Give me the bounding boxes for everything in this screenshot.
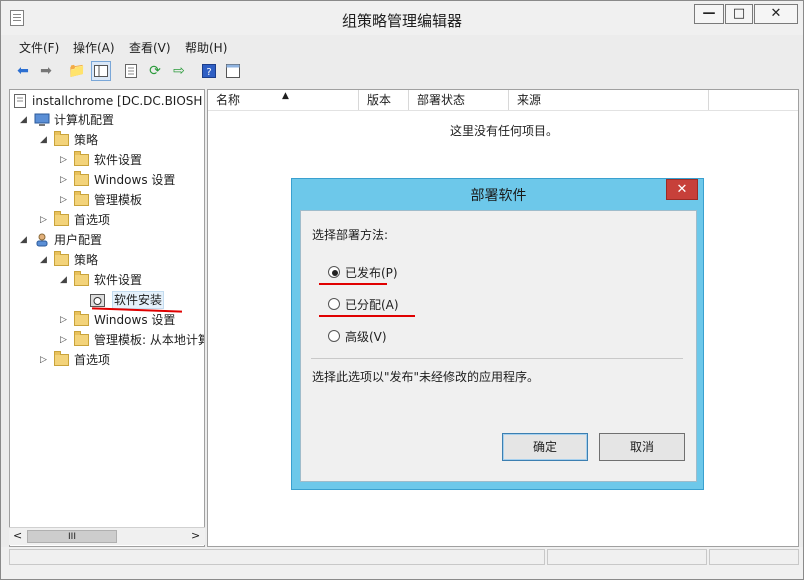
menu-action[interactable]: 操作(A) bbox=[73, 39, 115, 56]
folder-icon bbox=[54, 251, 69, 266]
deploy-software-dialog: 部署软件 ✕ 选择部署方法: 已发布(P) 已分配(A) 高级(V) 选择此选项… bbox=[291, 178, 704, 490]
folder-icon bbox=[74, 311, 89, 326]
svg-text:?: ? bbox=[206, 67, 211, 78]
dialog-close-button[interactable]: ✕ bbox=[666, 179, 698, 200]
show-hide-tree-icon[interactable] bbox=[91, 61, 111, 81]
view-icon[interactable] bbox=[223, 61, 243, 81]
option-label: 已发布(P) bbox=[345, 266, 398, 280]
option-description: 选择此选项以"发布"未经修改的应用程序。 bbox=[312, 370, 540, 384]
software-install-icon bbox=[90, 294, 105, 307]
status-bar bbox=[1, 547, 803, 579]
title-bar: 组策略管理编辑器 — □ ✕ bbox=[1, 1, 803, 35]
folder-icon bbox=[54, 131, 69, 146]
tree-label: 计算机配置 bbox=[54, 113, 115, 127]
separator bbox=[311, 358, 683, 359]
help-icon[interactable]: ? bbox=[199, 61, 219, 81]
folder-icon bbox=[74, 331, 89, 346]
radio-published[interactable] bbox=[328, 266, 340, 278]
status-pane-main bbox=[9, 549, 545, 565]
radio-advanced[interactable] bbox=[328, 330, 340, 342]
sort-ascending-icon: ▲ bbox=[282, 91, 289, 101]
tree-label-selected: 软件安装 bbox=[112, 291, 165, 309]
dialog-body: 选择部署方法: 已发布(P) 已分配(A) 高级(V) 选择此选项以"发布"未经… bbox=[300, 210, 697, 482]
minimize-button[interactable]: — bbox=[694, 4, 724, 24]
option-published[interactable]: 已发布(P) bbox=[327, 263, 477, 281]
option-label: 高级(V) bbox=[345, 330, 387, 344]
column-header-name[interactable]: 名称 ▲ bbox=[208, 90, 359, 110]
tree-horizontal-scrollbar[interactable]: < III > bbox=[9, 527, 205, 545]
expanded-arrow-icon[interactable]: ◢ bbox=[40, 250, 50, 270]
collapsed-arrow-icon[interactable]: ▷ bbox=[60, 150, 70, 170]
tree-label: 首选项 bbox=[74, 353, 111, 367]
tree-label: 用户配置 bbox=[54, 233, 103, 247]
option-advanced[interactable]: 高级(V) bbox=[327, 327, 477, 345]
tree-label: 软件设置 bbox=[94, 153, 143, 167]
menu-view[interactable]: 查看(V) bbox=[129, 39, 171, 56]
column-header-deploy-state[interactable]: 部署状态 bbox=[409, 90, 509, 110]
toolbar: ⬅ ➡ 📁 ⟳ ⇨ ? bbox=[1, 57, 803, 89]
tree-label: 首选项 bbox=[74, 213, 111, 227]
expanded-arrow-icon[interactable]: ◢ bbox=[20, 230, 30, 250]
ok-button[interactable]: 确定 bbox=[502, 433, 588, 461]
cancel-button[interactable]: 取消 bbox=[599, 433, 685, 461]
status-pane-3 bbox=[709, 549, 799, 565]
menu-file[interactable]: 文件(F) bbox=[19, 39, 59, 56]
export-icon[interactable]: ⇨ bbox=[169, 61, 189, 81]
folder-icon bbox=[54, 351, 69, 366]
tree-label: 策略 bbox=[74, 133, 99, 147]
collapsed-arrow-icon[interactable]: ▷ bbox=[60, 330, 70, 350]
scroll-right-icon[interactable]: > bbox=[191, 529, 200, 542]
back-icon[interactable]: ⬅ bbox=[13, 61, 33, 81]
tree-label: 软件设置 bbox=[94, 273, 143, 287]
folder-icon bbox=[74, 271, 89, 286]
up-folder-icon[interactable]: 📁 bbox=[67, 61, 87, 81]
scroll-thumb[interactable]: III bbox=[27, 530, 117, 543]
menu-help[interactable]: 帮助(H) bbox=[185, 39, 227, 56]
expanded-arrow-icon[interactable]: ◢ bbox=[40, 130, 50, 150]
maximize-button[interactable]: □ bbox=[725, 4, 753, 24]
tree-label: 管理模板 bbox=[94, 193, 143, 207]
tree-label: 管理模板: 从本地计算 bbox=[94, 333, 205, 347]
user-icon bbox=[36, 233, 48, 247]
column-header-version[interactable]: 版本 bbox=[359, 90, 409, 110]
tree-root-label: installchrome [DC.DC.BIOSH bbox=[32, 94, 203, 108]
column-header-source[interactable]: 来源 bbox=[509, 90, 709, 110]
empty-list-message: 这里没有任何项目。 bbox=[449, 124, 558, 138]
refresh-icon[interactable]: ⟳ bbox=[145, 61, 165, 81]
folder-icon bbox=[54, 211, 69, 226]
collapsed-arrow-icon[interactable]: ▷ bbox=[40, 210, 50, 230]
deploy-method-prompt: 选择部署方法: bbox=[312, 228, 389, 242]
window-title: 组策略管理编辑器 bbox=[341, 12, 462, 30]
scroll-left-icon[interactable]: < bbox=[13, 529, 22, 542]
folder-icon bbox=[74, 191, 89, 206]
gpo-icon bbox=[14, 94, 26, 108]
tree-pane: installchrome [DC.DC.BIOSH ◢ 计算机配置 ◢ 策略 … bbox=[9, 89, 205, 547]
annotation-underline bbox=[319, 315, 415, 317]
radio-assigned[interactable] bbox=[328, 298, 340, 310]
folder-icon bbox=[74, 151, 89, 166]
forward-icon[interactable]: ➡ bbox=[36, 61, 56, 81]
tree-label: Windows 设置 bbox=[94, 313, 176, 327]
annotation-underline bbox=[319, 283, 387, 285]
expanded-arrow-icon[interactable]: ◢ bbox=[60, 270, 70, 290]
collapsed-arrow-icon[interactable]: ▷ bbox=[40, 350, 50, 370]
menu-bar: 文件(F) 操作(A) 查看(V) 帮助(H) bbox=[1, 35, 803, 57]
collapsed-arrow-icon[interactable]: ▷ bbox=[60, 310, 70, 330]
properties-icon[interactable] bbox=[121, 61, 141, 81]
collapsed-arrow-icon[interactable]: ▷ bbox=[60, 170, 70, 190]
option-label: 已分配(A) bbox=[345, 298, 399, 312]
folder-icon bbox=[74, 171, 89, 186]
collapsed-arrow-icon[interactable]: ▷ bbox=[60, 190, 70, 210]
status-pane-2 bbox=[547, 549, 707, 565]
computer-icon bbox=[34, 113, 50, 126]
close-button[interactable]: ✕ bbox=[754, 4, 798, 24]
option-assigned[interactable]: 已分配(A) bbox=[327, 295, 477, 313]
tree-label: 策略 bbox=[74, 253, 99, 267]
dialog-title: 部署软件 bbox=[470, 188, 527, 204]
expanded-arrow-icon[interactable]: ◢ bbox=[20, 110, 30, 130]
tree-label: Windows 设置 bbox=[94, 173, 176, 187]
